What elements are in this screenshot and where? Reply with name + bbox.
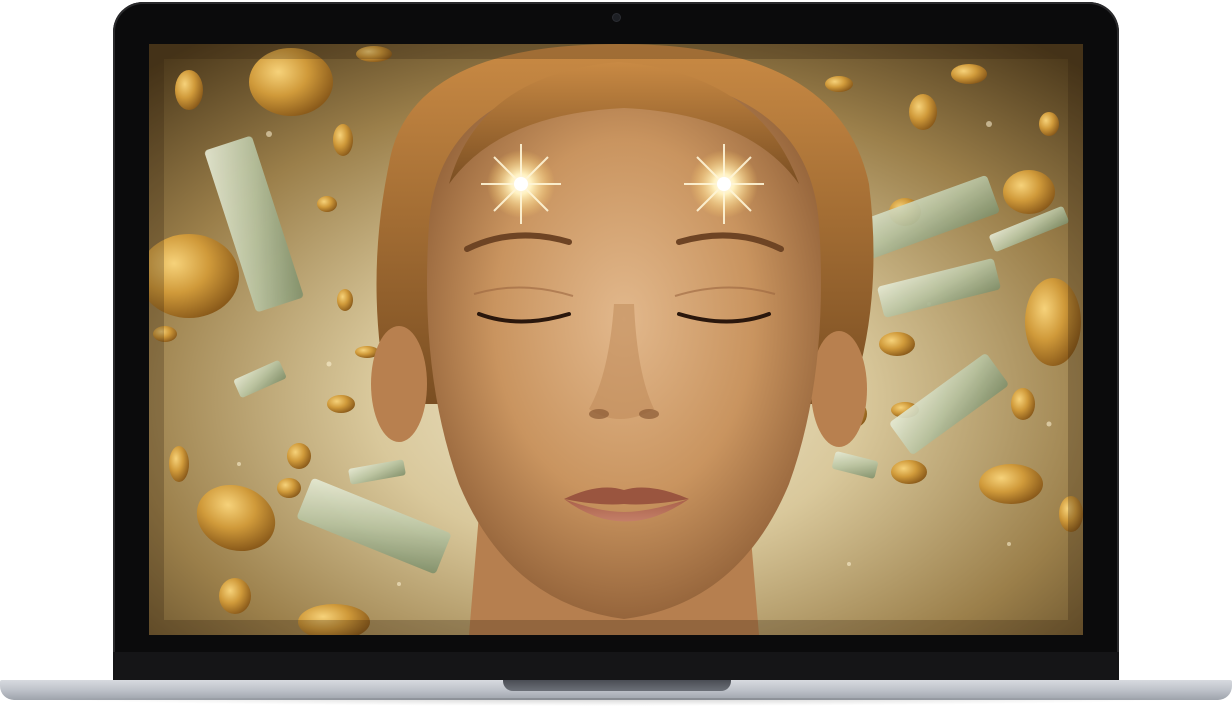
laptop-screen [149, 44, 1083, 635]
laptop-base [0, 680, 1232, 700]
laptop-mockup [0, 0, 1232, 706]
laptop-chin [113, 652, 1119, 680]
base-shadow [30, 698, 1202, 706]
webcam-icon [613, 14, 620, 21]
trackpad-notch [503, 680, 731, 691]
meditation-money-image [149, 44, 1083, 635]
